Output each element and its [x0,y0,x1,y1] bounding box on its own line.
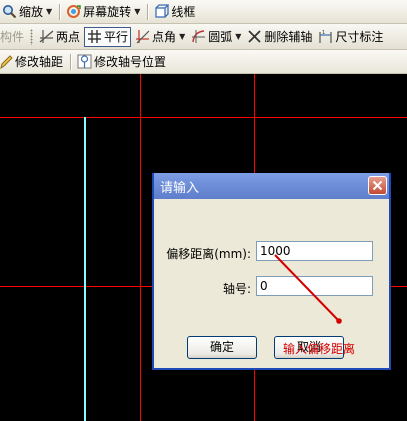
dialog-title: 请输入 [160,180,200,196]
magnifier-icon [2,4,17,19]
arc-label: 圆弧 [208,30,233,44]
chevron-down-icon[interactable]: ▼ [134,7,140,16]
screen-rotate-label: 屏幕旋转 [83,5,132,19]
svg-text:1: 1 [322,30,325,36]
parallel-axis-icon [87,29,102,44]
wireframe-button[interactable]: 线框 [152,2,197,22]
close-button[interactable] [368,176,387,195]
toolbar-grip[interactable] [30,28,34,45]
axis-number-label: 轴号: [222,282,251,296]
chevron-down-icon[interactable]: ▼ [235,32,241,41]
two-point-label: 两点 [56,30,81,44]
annotation-text: 输入偏移距离 [283,342,356,356]
axis-number-icon [77,54,92,69]
rotate-screen-icon [66,4,81,19]
chevron-down-icon[interactable]: ▼ [46,7,52,16]
dimension-icon: 1 [318,29,333,44]
modify-spacing-button[interactable]: 修改轴距 [0,52,65,72]
arc-axis-button[interactable]: 圆弧 ▼ [189,27,243,47]
modify-spacing-label: 修改轴距 [15,55,64,69]
component-label: 构件 [0,30,25,44]
component-button[interactable]: 构件 [0,27,26,47]
input-dialog: 请输入 偏移距离(mm): 轴号: 确定 取消 [152,173,391,370]
modify-axis-number-position-label: 修改轴号位置 [94,55,167,69]
axis-number-input[interactable] [256,276,373,296]
chevron-down-icon[interactable]: ▼ [179,32,185,41]
view-toolbar: 缩放 ▼ 屏幕旋转 ▼ 线框 [0,0,407,24]
toolbar-separator [70,53,73,70]
axis-toolbar: 构件 两点 平行 点角 ▼ 圆弧 ▼ 删除辅轴 1 尺寸标注 [0,24,407,50]
modify-axis-number-position-button[interactable]: 修改轴号位置 [75,52,168,72]
arc-axis-icon [191,29,206,44]
application-window: 缩放 ▼ 屏幕旋转 ▼ 线框 构件 两点 平行 点角 ▼ 圆弧 ▼ 删除辅轴 1… [0,0,407,421]
wireframe-label: 线框 [171,5,196,19]
wireframe-icon [154,4,170,19]
two-point-axis-button[interactable]: 两点 [37,27,82,47]
offset-distance-label: 偏移距离(mm): [166,247,251,261]
toolbar-separator [147,3,150,20]
point-angle-label: 点角 [152,30,177,44]
screen-rotate-button[interactable]: 屏幕旋转 ▼ [64,2,142,22]
offset-distance-input[interactable] [256,241,373,261]
point-angle-icon [135,29,150,44]
toolbar-separator [59,3,62,20]
delete-axis-button[interactable]: 删除辅轴 [245,27,314,47]
parallel-axis-button[interactable]: 平行 [84,26,132,47]
dialog-title-bar[interactable]: 请输入 [154,173,389,199]
delete-axis-label: 删除辅轴 [264,30,313,44]
parallel-label: 平行 [104,30,129,44]
close-x-icon [372,180,383,191]
dimension-label: 尺寸标注 [335,30,384,44]
ok-button[interactable]: 确定 [187,336,257,359]
dimension-button[interactable]: 1 尺寸标注 [316,27,385,47]
pencil-icon [0,54,13,70]
zoom-button[interactable]: 缩放 ▼ [0,2,54,22]
two-point-axis-icon [39,29,54,44]
zoom-label: 缩放 [19,5,44,19]
point-angle-button[interactable]: 点角 ▼ [133,27,187,47]
modify-toolbar: 修改轴距 修改轴号位置 [0,50,407,74]
delete-x-icon [247,29,262,44]
